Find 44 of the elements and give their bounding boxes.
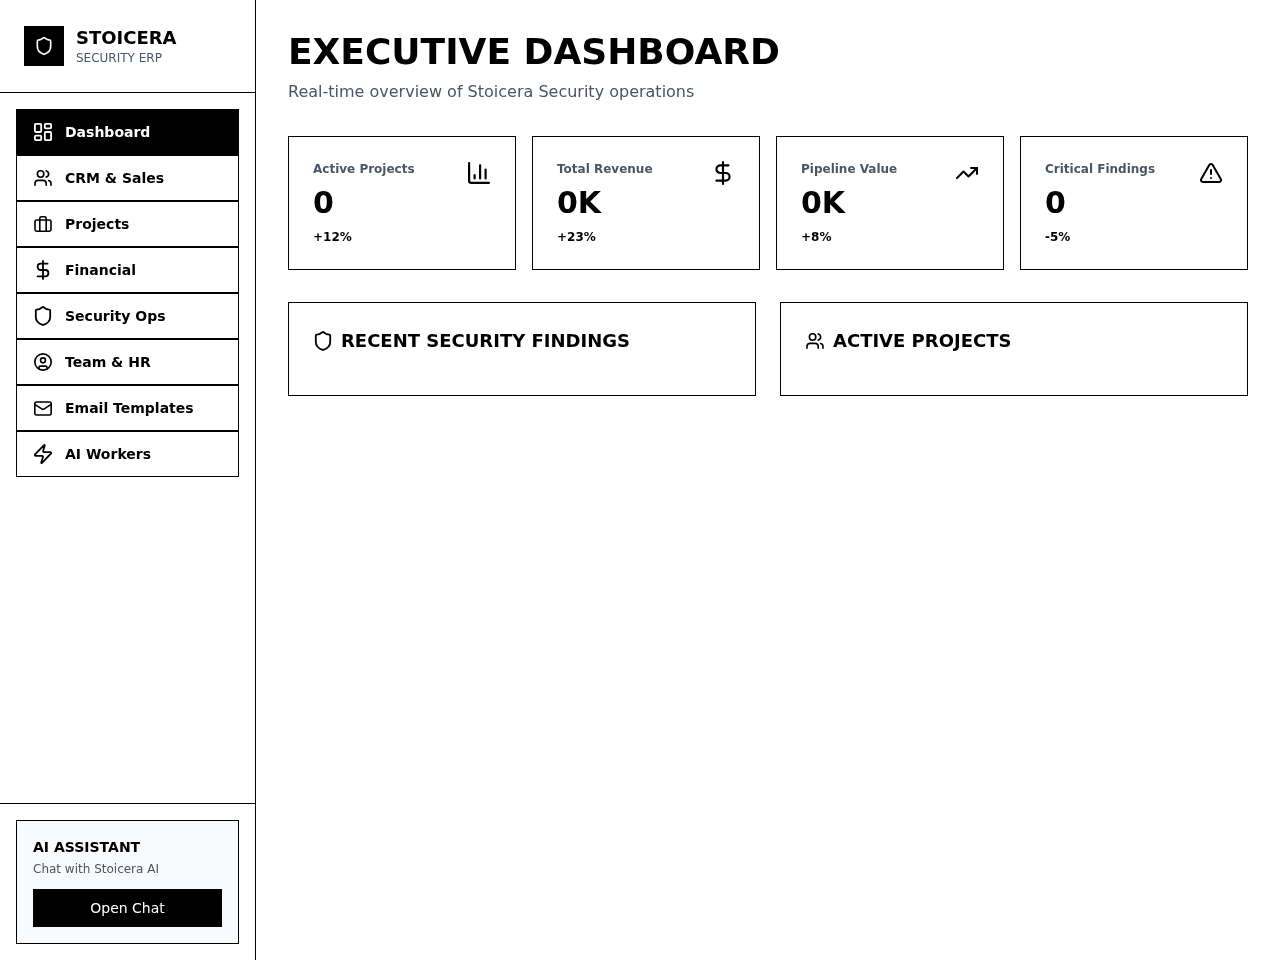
dashboard-grid-icon [34, 123, 52, 141]
stat-label: Total Revenue [557, 161, 653, 177]
nav-item[interactable]: Security Ops [16, 293, 239, 339]
shield-logo-icon [24, 26, 64, 66]
brand-name: STOICERA [76, 26, 177, 49]
user-circle-icon [34, 353, 52, 371]
nav-item[interactable]: Team & HR [16, 339, 239, 385]
stat-value: 0K [557, 185, 602, 220]
stat-label: Active Projects [313, 161, 415, 177]
stat-value: 0 [313, 185, 334, 220]
stat-change: +12% [313, 230, 352, 244]
users-icon [34, 170, 52, 186]
nav-item[interactable]: Email Templates [16, 385, 239, 431]
dollar-icon [34, 260, 52, 280]
assistant-title: AI ASSISTANT [33, 838, 142, 857]
open-chat-button[interactable]: Open Chat [33, 889, 222, 927]
nav-item[interactable]: CRM & Sales [16, 155, 239, 201]
users-icon [806, 333, 824, 349]
stat-change: -5% [1045, 230, 1071, 244]
nav-item[interactable]: Dashboard [16, 109, 239, 155]
dollar-icon [712, 161, 734, 185]
panel-title: RECENT SECURITY FINDINGS [341, 329, 630, 353]
stat-label: Critical Findings [1045, 161, 1156, 177]
nav-item[interactable]: Projects [16, 201, 239, 247]
stat-value: 0 [1045, 185, 1066, 220]
panel-title: ACTIVE PROJECTS [833, 329, 1012, 353]
envelope-icon [34, 400, 52, 416]
trending-up-icon [956, 167, 978, 179]
shield-icon [34, 306, 52, 326]
briefcase-icon [34, 216, 52, 232]
warning-icon [1200, 163, 1222, 183]
nav-item[interactable]: AI Workers [16, 431, 239, 477]
bar-chart-icon [468, 162, 490, 184]
stat-change: +8% [801, 230, 832, 244]
shield-icon [314, 331, 332, 351]
lightning-icon [34, 444, 52, 464]
page-title: EXECUTIVE DASHBOARD [288, 31, 780, 72]
stat-value: 0K [801, 185, 846, 220]
stat-label: Pipeline Value [801, 161, 898, 177]
nav-item[interactable]: Financial [16, 247, 239, 293]
assistant-subtitle: Chat with Stoicera AI [33, 861, 160, 877]
stat-change: +23% [557, 230, 596, 244]
page-subtitle: Real-time overview of Stoicera Security operations [288, 82, 695, 101]
brand-tagline: SECURITY ERP [76, 49, 163, 66]
